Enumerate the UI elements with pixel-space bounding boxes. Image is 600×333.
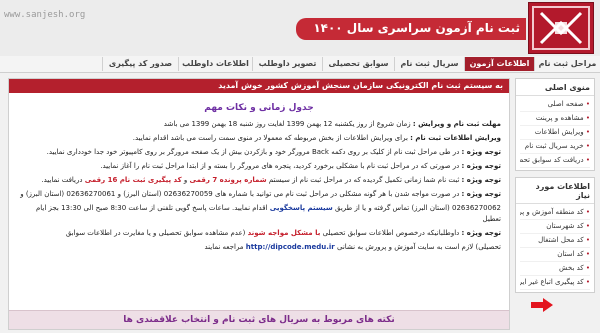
- paragraph-text: 02636270062 (استان البرز) تماس گرفته و ی…: [335, 204, 501, 212]
- bullet-icon: •: [585, 114, 590, 122]
- menu-item-view-print[interactable]: • مشاهده و پرینت: [520, 112, 590, 126]
- paragraph-dipcode: تحصیلی) لازم است به سایت آموزش و پرورش ب…: [9, 242, 509, 253]
- menu-item-home[interactable]: • صفحه اصلی: [520, 98, 590, 112]
- paragraph-text: دریافت نمایید.: [41, 176, 83, 184]
- tab-issue-tracking-code[interactable]: صدور کد پیگیری: [102, 57, 178, 71]
- top-navigation: مراحل ثبت نام اطلاعات آزمون سریال ثبت نا…: [0, 56, 600, 73]
- paragraph-label: توجه ویژه :: [461, 148, 501, 156]
- bullet-icon: •: [585, 208, 590, 216]
- paragraph-text: در صورت مواجه شدن با هر گونه مشکلی در مر…: [20, 190, 460, 198]
- paragraph-label: توجه ویژه :: [461, 162, 501, 170]
- info-item-label: کد پیگیری اتباع غیر ایرانی: [520, 278, 584, 286]
- bullet-icon: •: [585, 142, 590, 150]
- menu-item-education-code[interactable]: • دریافت کد سوابق تحصیلی: [520, 154, 590, 168]
- paragraph-text: تحصیلی) لازم است به سایت آموزش و پرورش ب…: [336, 243, 501, 251]
- info-item-foreign-tracking-code[interactable]: • کد پیگیری اتباع غیر ایرانی: [520, 276, 590, 290]
- required-info-list: • کد منطقه آموزش و پرورش • کد شهرستان • …: [516, 204, 594, 292]
- info-item-education-district-code[interactable]: • کد منطقه آموزش و پرورش: [520, 206, 590, 220]
- info-item-label: کد بخش: [559, 264, 584, 272]
- tab-applicant-photo[interactable]: تصویر داوطلب: [252, 57, 322, 71]
- site-header: www.sanjesh.org ثبت نام آزمون سراسری سال…: [0, 0, 600, 56]
- tracking-code-highlight: کد پیگیری ثبت نام 16 رقمی: [84, 176, 182, 184]
- paragraph-text: داوطلبانیکه درخصوص اطلاعات سوابق تحصیلی: [322, 229, 460, 237]
- paragraph-text: در صورتی که در مراحل ثبت نام با مشکلی بر…: [100, 162, 460, 170]
- paragraph-label: ویرایش اطلاعات ثبت نام :: [410, 134, 501, 142]
- main-content: به سیستم ثبت نام الکترونیکی سازمان سنجش …: [8, 78, 510, 330]
- info-item-section-code[interactable]: • کد بخش: [520, 262, 590, 276]
- main-menu-list: • صفحه اصلی • مشاهده و پرینت • ویرایش اط…: [516, 96, 594, 170]
- menu-item-edit-info[interactable]: • ویرایش اطلاعات: [520, 126, 590, 140]
- tab-registration-steps[interactable]: مراحل ثبت نام: [534, 57, 600, 71]
- info-item-label: کد محل اشتغال: [538, 236, 584, 244]
- tab-exam-info[interactable]: اطلاعات آزمون: [464, 57, 534, 71]
- required-info-title: اطلاعات مورد نیاز: [516, 178, 594, 204]
- site-url: www.sanjesh.org: [4, 10, 86, 20]
- paragraph-text: (عدم مشاهده سوابق تحصیلی و یا مغایرت در …: [65, 229, 246, 237]
- bullet-icon: •: [585, 250, 590, 258]
- problem-highlight: با مشکل مواجه شوند: [247, 229, 321, 237]
- paragraph-support-phones: توجه ویژه : در صورت مواجه شدن با هر گونه…: [9, 189, 509, 200]
- required-info-box: اطلاعات مورد نیاز • کد منطقه آموزش و پرو…: [515, 177, 595, 293]
- paragraph-text: مراجعه نمایند: [204, 243, 244, 251]
- paragraph-back-warning: توجه ویژه : در طی مراحل ثبت نام از کلیک …: [9, 147, 509, 158]
- menu-item-label: دریافت کد سوابق تحصیلی: [520, 156, 584, 164]
- menu-item-label: صفحه اصلی: [547, 100, 584, 108]
- paragraph-label: توجه ویژه :: [461, 229, 501, 237]
- paragraph-label: توجه ویژه :: [461, 190, 501, 198]
- paragraph-text: ثبت نام شما زمانی تکمیل گردیده که در مرا…: [268, 176, 460, 184]
- paragraph-education-problem: توجه ویژه : داوطلبانیکه درخصوص اطلاعات س…: [9, 228, 509, 239]
- info-item-label: کد استان: [557, 250, 584, 258]
- serial-notes-heading[interactable]: نکته های مربوط به سریال های ثبت نام و ان…: [9, 310, 509, 329]
- support-system-link[interactable]: سیستم پاسخگویی: [270, 204, 333, 212]
- logo-emblem-icon: [532, 6, 590, 50]
- info-item-province-code[interactable]: • کد استان: [520, 248, 590, 262]
- paragraph-label: توجه ویژه :: [461, 176, 501, 184]
- info-item-city-code[interactable]: • کد شهرستان: [520, 220, 590, 234]
- paragraph-edit: ویرایش اطلاعات ثبت نام : برای ویرایش اطل…: [9, 133, 509, 144]
- bullet-icon: •: [585, 278, 590, 286]
- welcome-banner: به سیستم ثبت نام الکترونیکی سازمان سنجش …: [9, 79, 509, 93]
- paragraph-text: زمان شروع از روز یکشنبه 12 بهمن 1399 لغا…: [163, 120, 411, 128]
- schedule-heading: جدول زمانی و نکات مهم: [204, 103, 314, 113]
- bullet-icon: •: [585, 128, 590, 136]
- file-number-highlight: شماره پرونده 7 رقمی: [189, 176, 267, 184]
- paragraph-restart: توجه ویژه : در صورتی که در مراحل ثبت نام…: [9, 161, 509, 172]
- sidebar: منوی اصلی • صفحه اصلی • مشاهده و پرینت •…: [515, 78, 595, 330]
- bullet-icon: •: [585, 222, 590, 230]
- paragraph-text: در طی مراحل ثبت نام از کلیک بر روی دکمه …: [46, 148, 460, 156]
- main-menu-box: منوی اصلی • صفحه اصلی • مشاهده و پرینت •…: [515, 78, 595, 171]
- bullet-icon: •: [585, 236, 590, 244]
- main-menu-title: منوی اصلی: [516, 79, 594, 96]
- paragraph-completion: توجه ویژه : ثبت نام شما زمانی تکمیل گردی…: [9, 175, 509, 186]
- paragraph-text: و: [183, 176, 188, 184]
- bullet-icon: •: [585, 156, 590, 164]
- menu-item-label: ویرایش اطلاعات: [534, 128, 584, 136]
- paragraph-text: برای ویرایش اطلاعات از بخش مربوطه که معم…: [132, 134, 408, 142]
- paragraph-deadline: مهلت ثبت نام و ویرایش : زمان شروع از روز…: [9, 119, 509, 130]
- title-banner: ثبت نام آزمون سراسری سال ۱۴۰۰: [296, 18, 526, 40]
- info-item-workplace-code[interactable]: • کد محل اشتغال: [520, 234, 590, 248]
- bullet-icon: •: [585, 100, 590, 108]
- bullet-icon: •: [585, 264, 590, 272]
- tab-applicant-info[interactable]: اطلاعات داوطلب: [178, 57, 252, 71]
- page-title: ثبت نام آزمون سراسری سال ۱۴۰۰: [313, 21, 520, 35]
- info-item-label: کد منطقه آموزش و پرورش: [520, 208, 584, 216]
- tab-registration-serial[interactable]: سریال ثبت نام: [394, 57, 464, 71]
- sanjesh-logo[interactable]: [528, 2, 594, 54]
- paragraph-label: مهلت ثبت نام و ویرایش :: [412, 120, 501, 128]
- dipcode-link[interactable]: http://dipcode.medu.ir: [246, 243, 335, 251]
- menu-item-buy-serial[interactable]: • خرید سریال ثبت نام: [520, 140, 590, 154]
- menu-item-label: مشاهده و پرینت: [535, 114, 584, 122]
- tab-education-records[interactable]: سوابق تحصیلی: [322, 57, 394, 71]
- red-arrow-icon: [531, 298, 553, 312]
- paragraph-support-hours: 02636270062 (استان البرز) تماس گرفته و ی…: [9, 203, 509, 225]
- menu-item-label: خرید سریال ثبت نام: [524, 142, 584, 150]
- info-item-label: کد شهرستان: [546, 222, 584, 230]
